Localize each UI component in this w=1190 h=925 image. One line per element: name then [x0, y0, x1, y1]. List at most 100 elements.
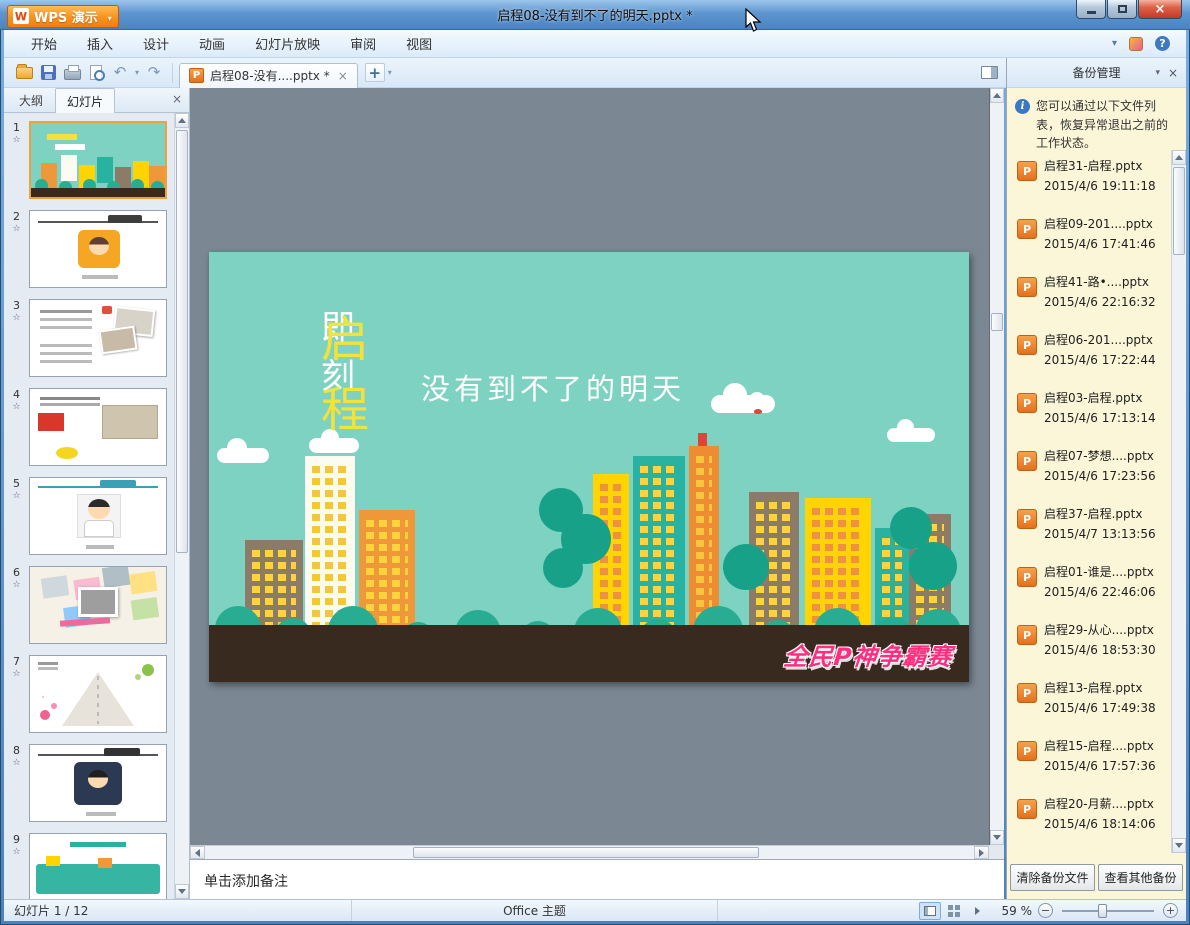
slide-thumbnail-8[interactable] — [29, 744, 167, 822]
scroll-down-icon[interactable] — [1172, 838, 1186, 853]
slide-thumbnail-1[interactable] — [29, 121, 167, 199]
scrollbar-track[interactable] — [990, 103, 1004, 830]
slide-thumbnail-5[interactable] — [29, 477, 167, 555]
backup-file-item[interactable]: P 启程37-启程.pptx 2015/4/7 13:13:56 — [1017, 506, 1171, 542]
scroll-up-icon[interactable] — [175, 113, 189, 128]
tree — [543, 548, 583, 588]
help-icon[interactable]: ? — [1155, 36, 1170, 51]
zoom-slider-handle[interactable] — [1098, 903, 1107, 918]
pptx-file-icon: P — [1017, 799, 1037, 819]
maximize-button[interactable] — [1107, 0, 1137, 19]
backup-file-name: 启程03-启程.pptx — [1044, 391, 1143, 405]
thumb-art-shape — [36, 864, 160, 894]
slide-sorter-button[interactable] — [943, 902, 965, 920]
slide-thumbnail-7[interactable] — [29, 655, 167, 733]
slideshow-button[interactable] — [967, 902, 989, 920]
menu-tab-home[interactable]: 开始 — [16, 30, 72, 57]
scroll-down-icon[interactable] — [990, 830, 1004, 845]
panel-close-icon[interactable]: × — [172, 92, 182, 106]
new-document-tab-button[interactable]: + — [364, 63, 385, 82]
collapse-ribbon-icon[interactable]: ▾ — [1112, 38, 1117, 49]
backup-list-scrollbar[interactable] — [1171, 150, 1186, 853]
animation-star-icon: ☆ — [12, 135, 21, 146]
redo-button[interactable]: ↷ — [142, 61, 166, 85]
rooftop-sign — [698, 433, 707, 446]
slide-thumbnail-4[interactable] — [29, 388, 167, 466]
scroll-right-icon[interactable] — [974, 846, 989, 859]
scrollbar-track[interactable] — [205, 846, 974, 859]
minimize-button[interactable] — [1076, 0, 1106, 19]
slide-thumbnail-9[interactable] — [29, 833, 167, 899]
backup-file-item[interactable]: P 启程07-梦想....pptx 2015/4/6 17:23:56 — [1017, 448, 1171, 484]
panel-close-icon[interactable]: × — [1168, 66, 1178, 80]
clear-backups-button[interactable]: 清除备份文件 — [1010, 864, 1095, 891]
slide-1-canvas[interactable]: 即刻 启程 没有到不了的明天 全民P神争霸赛 — [209, 252, 969, 682]
wps-app-menu-button[interactable]: W WPS 演示 ▾ — [7, 4, 119, 28]
menu-tab-animation[interactable]: 动画 — [184, 30, 240, 57]
backup-file-item[interactable]: P 启程09-201....pptx 2015/4/6 17:41:46 — [1017, 216, 1171, 252]
backup-file-item[interactable]: P 启程15-启程....pptx 2015/4/6 17:57:36 — [1017, 738, 1171, 774]
menu-tab-design[interactable]: 设计 — [128, 30, 184, 57]
backup-file-item[interactable]: P 启程06-201....pptx 2015/4/6 17:22:44 — [1017, 332, 1171, 368]
menu-tab-review[interactable]: 审阅 — [335, 30, 391, 57]
scroll-down-icon[interactable] — [175, 884, 189, 899]
canvas-horizontal-scrollbar[interactable] — [190, 845, 989, 859]
menu-tab-insert[interactable]: 插入 — [72, 30, 128, 57]
save-button[interactable] — [36, 61, 60, 85]
tab-outline[interactable]: 大纲 — [7, 87, 55, 112]
new-tab-dropdown-icon[interactable]: ▾ — [385, 68, 395, 77]
zoom-slider[interactable] — [1062, 903, 1154, 918]
skin-theme-icon[interactable] — [1129, 36, 1143, 51]
slide-thumbnail-6[interactable] — [29, 566, 167, 644]
notes-input[interactable]: 单击添加备注 — [190, 859, 1004, 899]
scrollbar-track[interactable] — [1172, 165, 1186, 838]
backup-file-time: 2015/4/6 17:57:36 — [1044, 759, 1156, 773]
backup-file-item[interactable]: P 启程01-谁是....pptx 2015/4/6 22:46:06 — [1017, 564, 1171, 600]
pptx-file-icon: P — [1017, 335, 1037, 355]
zoom-out-button[interactable]: − — [1038, 903, 1053, 918]
print-button[interactable] — [60, 61, 84, 85]
backup-file-name: 启程15-启程....pptx — [1044, 739, 1154, 753]
menu-tab-view[interactable]: 视图 — [391, 30, 447, 57]
document-tab[interactable]: P 启程08-没有....pptx * × — [179, 62, 358, 88]
scrollbar-thumb[interactable] — [176, 130, 188, 554]
slide-thumbnail-row: 7 ☆ — [4, 655, 174, 733]
backup-file-name: 启程41-路•....pptx — [1044, 275, 1149, 289]
print-preview-button[interactable] — [84, 61, 108, 85]
document-tab-close-icon[interactable]: × — [338, 69, 348, 83]
scrollbar-thumb[interactable] — [412, 847, 759, 858]
undo-dropdown-icon[interactable]: ▾ — [132, 68, 142, 77]
slide-canvas[interactable]: 即刻 启程 没有到不了的明天 全民P神争霸赛 — [190, 88, 989, 845]
undo-button[interactable]: ↶ — [108, 61, 132, 85]
scroll-up-icon[interactable] — [1172, 150, 1186, 165]
slide-thumbnail-3[interactable] — [29, 299, 167, 377]
scroll-up-icon[interactable] — [990, 88, 1004, 103]
building — [359, 510, 415, 632]
scroll-left-icon[interactable] — [190, 846, 205, 859]
open-file-button[interactable] — [12, 61, 36, 85]
view-other-backups-button[interactable]: 查看其他备份 — [1098, 864, 1183, 891]
menu-tab-slideshow[interactable]: 幻灯片放映 — [240, 30, 335, 57]
thumb-art-shape — [40, 310, 92, 313]
canvas-vertical-scrollbar[interactable] — [989, 88, 1004, 845]
slides-panel-scrollbar[interactable] — [174, 113, 189, 899]
slide-subtitle-textbox[interactable]: 没有到不了的明天 — [421, 366, 685, 408]
backup-file-item[interactable]: P 启程20-月薪....pptx 2015/4/6 18:14:06 — [1017, 796, 1171, 832]
backup-file-item[interactable]: P 启程29-从心....pptx 2015/4/6 18:53:30 — [1017, 622, 1171, 658]
backup-file-item[interactable]: P 启程41-路•....pptx 2015/4/6 22:16:32 — [1017, 274, 1171, 310]
scrollbar-thumb[interactable] — [991, 313, 1003, 331]
scrollbar-track[interactable] — [175, 128, 189, 884]
backup-file-item[interactable]: P 启程03-启程.pptx 2015/4/6 17:13:14 — [1017, 390, 1171, 426]
close-button[interactable]: × — [1138, 0, 1182, 19]
task-pane-toggle-icon[interactable] — [981, 66, 998, 79]
scrollbar-thumb[interactable] — [1173, 167, 1185, 255]
normal-view-button[interactable] — [918, 901, 941, 920]
tab-slides[interactable]: 幻灯片 — [55, 88, 116, 113]
slide-editing-region: 即刻 启程 没有到不了的明天 全民P神争霸赛 单击添加备注 — [190, 88, 1004, 899]
zoom-in-button[interactable]: + — [1163, 903, 1178, 918]
panel-dropdown-icon[interactable]: ▾ — [1155, 68, 1160, 78]
slide-thumbnail-2[interactable] — [29, 210, 167, 288]
backup-file-time: 2015/4/6 17:13:14 — [1044, 411, 1156, 425]
backup-file-item[interactable]: P 启程31-启程.pptx 2015/4/6 19:11:18 — [1017, 158, 1171, 194]
backup-file-item[interactable]: P 启程13-启程.pptx 2015/4/6 17:49:38 — [1017, 680, 1171, 716]
